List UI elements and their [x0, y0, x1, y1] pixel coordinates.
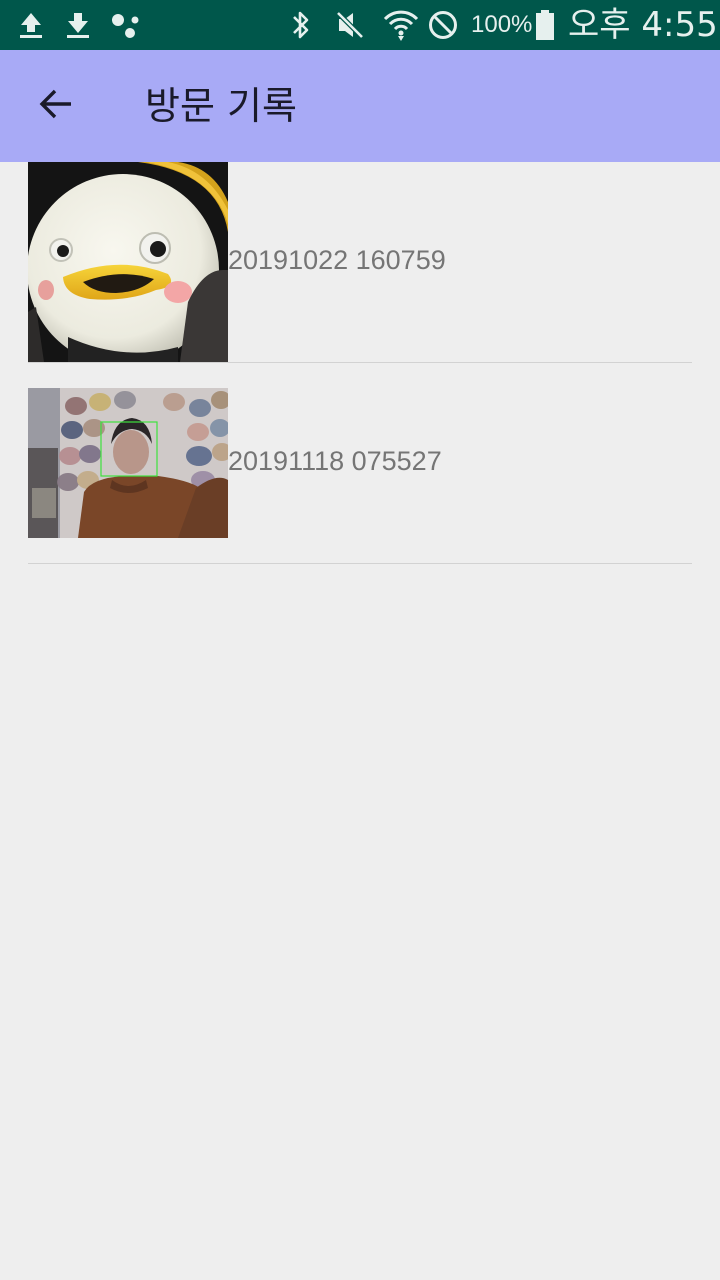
assistant-dots-icon: [108, 0, 144, 50]
wifi-icon: [381, 0, 421, 50]
download-icon: [61, 0, 95, 50]
list-item[interactable]: 20191118 075527: [0, 388, 720, 538]
vibrate-off-icon: [333, 0, 367, 50]
record-label: 20191118 075527: [228, 446, 442, 476]
battery-icon: [534, 0, 556, 50]
upload-icon: [14, 0, 48, 50]
battery-percent: 100%: [471, 11, 533, 38]
page-title: 방문 기록: [145, 84, 297, 128]
status-bar: 100% 오후 4:55: [0, 0, 720, 50]
record-label: 20191022 160759: [228, 245, 446, 275]
clock: 오후 4:55: [568, 5, 718, 45]
bluetooth-icon: [286, 0, 316, 50]
do-not-disturb-icon: [425, 0, 461, 50]
back-button[interactable]: [28, 78, 84, 134]
visitor-photo: [27, 162, 228, 366]
app-bar: 방문 기록: [0, 50, 720, 162]
divider: [28, 362, 692, 363]
arrow-back-icon: [38, 86, 74, 126]
divider: [28, 563, 692, 564]
list-item[interactable]: 20191022 160759: [0, 162, 720, 366]
visitor-photo: [28, 388, 232, 538]
